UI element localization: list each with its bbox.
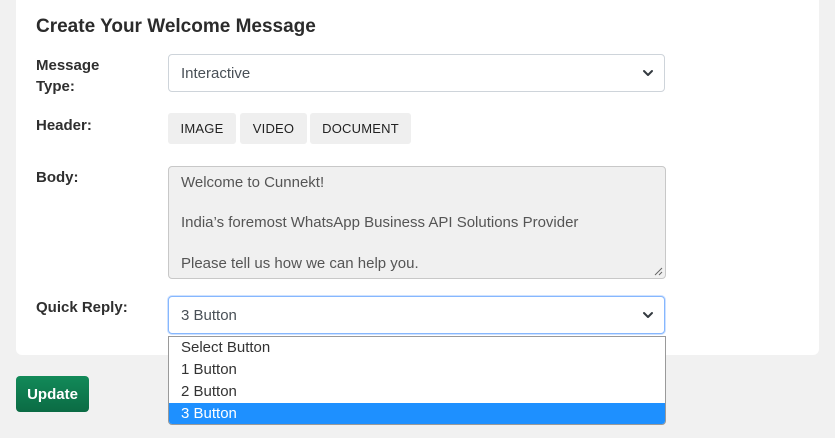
body-label: Body: — [36, 169, 79, 186]
message-type-label: Message Type: — [36, 55, 99, 97]
header-video-button[interactable]: VIDEO — [240, 113, 307, 144]
chevron-down-icon — [643, 70, 653, 76]
message-type-label-line-1: Message — [36, 57, 100, 74]
body-line-2: India’s foremost WhatsApp Business API S… — [181, 214, 579, 231]
resize-grip-icon[interactable] — [654, 267, 663, 276]
quick-reply-label: Quick Reply: — [36, 299, 128, 316]
message-type-label-line-2: Type: — [36, 78, 75, 95]
header-label: Header: — [36, 117, 92, 134]
quick-reply-option[interactable]: 2 Button — [169, 381, 665, 403]
quick-reply-option[interactable]: 1 Button — [169, 359, 665, 381]
message-type-value: Interactive — [181, 64, 251, 82]
quick-reply-select[interactable]: 3 Button — [168, 296, 665, 334]
body-textarea[interactable]: Welcome to Cunnekt! India’s foremost Wha… — [168, 166, 666, 279]
header-image-button[interactable]: IMAGE — [168, 113, 236, 144]
quick-reply-dropdown: Select Button 1 Button 2 Button 3 Button — [168, 336, 666, 425]
message-type-select[interactable]: Interactive — [168, 54, 665, 92]
quick-reply-value: 3 Button — [181, 306, 237, 324]
body-line-3: Please tell us how we can help you. — [181, 255, 419, 272]
quick-reply-option[interactable]: Select Button — [169, 337, 665, 359]
quick-reply-option-selected[interactable]: 3 Button — [169, 403, 665, 424]
page-title: Create Your Welcome Message — [36, 16, 316, 37]
header-document-button[interactable]: DOCUMENT — [310, 113, 411, 144]
body-line-1: Welcome to Cunnekt! — [181, 174, 325, 191]
chevron-down-icon — [643, 312, 653, 318]
update-button[interactable]: Update — [16, 376, 89, 412]
